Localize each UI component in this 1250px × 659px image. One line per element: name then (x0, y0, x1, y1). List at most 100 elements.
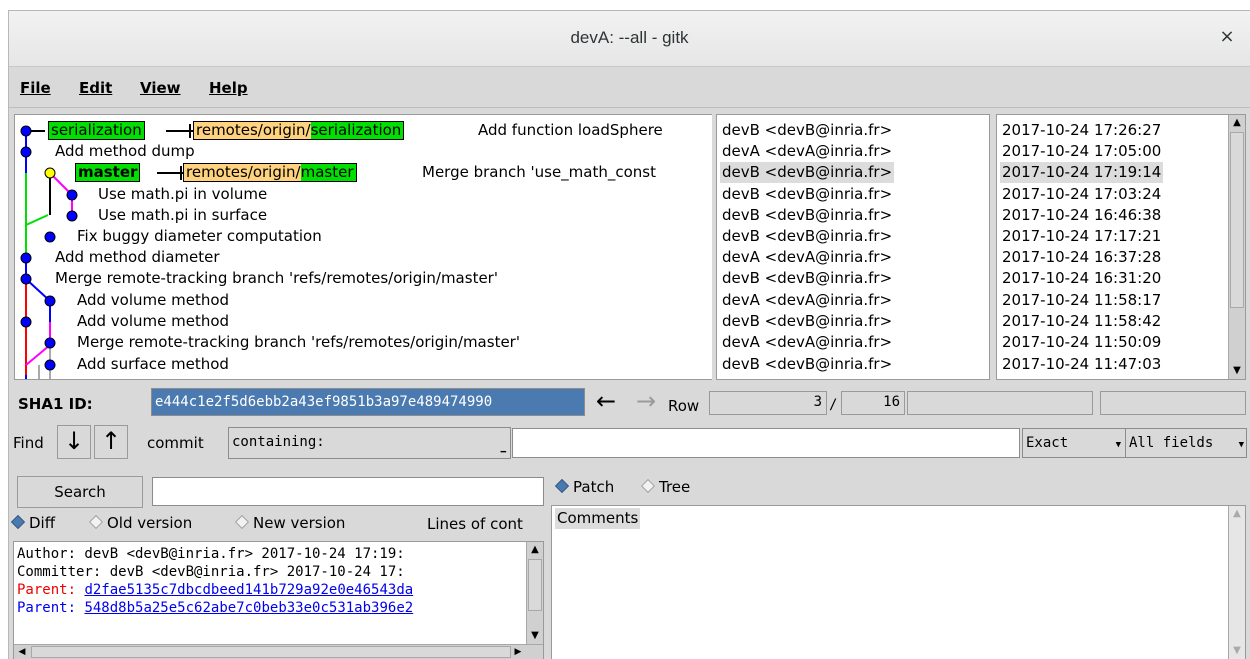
commit-author[interactable]: devB <devB@inria.fr> (720, 162, 895, 183)
menu-help[interactable]: Help (209, 79, 248, 97)
scroll-up-icon[interactable]: ▲ (527, 542, 543, 558)
branch-tag-master[interactable]: master (75, 163, 141, 182)
scrollbar-thumb[interactable] (1230, 132, 1244, 308)
commit-date[interactable]: 2017-10-24 16:37:28 (1002, 247, 1161, 268)
commit-dot (20, 146, 32, 158)
scroll-up-icon[interactable]: ▲ (1229, 506, 1245, 522)
status-field (1100, 391, 1246, 415)
find-match-select[interactable]: Exact ▼ (1022, 428, 1126, 458)
commit-message[interactable]: Use math.pi in surface (98, 205, 267, 226)
old-version-radio[interactable]: Old version (88, 514, 192, 532)
search-button[interactable]: Search (17, 476, 143, 508)
menu-view[interactable]: View (140, 79, 181, 97)
commit-author[interactable]: devB <devB@inria.fr> (722, 205, 892, 226)
commit-dot (44, 167, 56, 179)
commit-message[interactable]: Merge remote-tracking branch 'refs/remot… (55, 268, 498, 289)
commit-author[interactable]: devB <devB@inria.fr> (722, 120, 892, 141)
commit-author[interactable]: devA <devA@inria.fr> (722, 332, 892, 353)
tree-radio[interactable]: Tree (640, 478, 691, 496)
commit-message[interactable]: Add function loadSphere (478, 120, 663, 141)
scroll-down-icon[interactable]: ▼ (1229, 363, 1245, 379)
find-fields-value: All fields (1129, 435, 1214, 451)
commit-date[interactable]: 2017-10-24 11:58:42 (1002, 311, 1161, 332)
commit-message[interactable]: Add method dump (55, 141, 195, 162)
author-pane[interactable]: devB <devB@inria.fr> devA <devA@inria.fr… (716, 114, 990, 380)
commit-author[interactable]: devA <devA@inria.fr> (722, 247, 892, 268)
lines-of-context-label: Lines of cont (427, 515, 523, 533)
details-hscrollbar[interactable]: ◀ ▶ (14, 644, 543, 659)
parent-link[interactable]: d2fae5135c7dbcdbeed141b729a92e0e46543da (84, 582, 413, 598)
new-version-radio[interactable]: New version (234, 514, 345, 532)
find-next-icon[interactable]: ↓ (57, 425, 91, 459)
commit-author[interactable]: devB <devB@inria.fr> (722, 354, 892, 375)
comments-entry[interactable]: Comments (555, 508, 641, 529)
scroll-up-icon[interactable]: ▲ (1229, 115, 1245, 131)
parent-link[interactable]: 548d8b5a25e5c62abe7c0beb33e0c531ab396e2 (84, 600, 413, 616)
scroll-right-icon[interactable]: ▶ (510, 645, 526, 659)
commit-date[interactable]: 2017-10-24 11:50:09 (1002, 332, 1161, 353)
scroll-down-icon[interactable]: ▼ (527, 628, 543, 644)
remote-prefix: remotes/origin/ (193, 121, 311, 140)
commit-author[interactable]: devB <devB@inria.fr> (722, 226, 892, 247)
parent-line-2: Parent: 548d8b5a25e5c62abe7c0beb33e0c531… (17, 600, 413, 617)
commit-dot (20, 273, 32, 285)
commit-list-scrollbar[interactable]: ▲ ▼ (1228, 115, 1245, 379)
forward-arrow-icon[interactable]: → (627, 388, 665, 418)
commit-dot (44, 231, 56, 243)
file-list-pane[interactable]: Comments ▲ ▼ (551, 505, 1246, 659)
scroll-left-icon[interactable]: ◀ (14, 645, 30, 659)
file-list-scrollbar[interactable]: ▲ ▼ (1228, 506, 1245, 659)
remote-tag-master[interactable]: remotes/origin/master (183, 163, 357, 182)
date-pane[interactable]: 2017-10-24 17:26:27 2017-10-24 17:05:00 … (996, 114, 1246, 380)
scroll-down-icon[interactable]: ▼ (1229, 643, 1245, 659)
search-input[interactable] (152, 477, 544, 506)
find-string-input[interactable] (512, 428, 1020, 458)
commit-graph-pane[interactable]: serialization remotes/origin/serializati… (14, 114, 712, 380)
commit-date[interactable]: 2017-10-24 17:17:21 (1002, 226, 1161, 247)
menu-file[interactable]: File (20, 79, 51, 97)
commit-message[interactable]: Add volume method (77, 290, 229, 311)
scrollbar-thumb[interactable] (528, 559, 542, 611)
find-prev-icon[interactable]: ↑ (94, 425, 128, 459)
commit-author[interactable]: devB <devB@inria.fr> (722, 311, 892, 332)
commit-author[interactable]: devB <devB@inria.fr> (722, 184, 892, 205)
sha1-field[interactable]: e444c1e2f5d6ebb2a43ef9851b3a97e489474990 (151, 388, 585, 416)
find-fields-select[interactable]: All fields ▼ (1125, 428, 1247, 458)
commit-author[interactable]: devA <devA@inria.fr> (722, 141, 892, 162)
commit-message[interactable]: Merge branch 'use_math_const (422, 162, 656, 183)
branch-tag-serialization[interactable]: serialization (48, 121, 145, 140)
commit-date[interactable]: 2017-10-24 16:31:20 (1002, 268, 1161, 289)
commit-author[interactable]: devA <devA@inria.fr> (722, 290, 892, 311)
diff-radio-label: Diff (29, 514, 56, 532)
commit-details-pane[interactable]: Author: devB <devB@inria.fr> 2017-10-24 … (13, 541, 544, 659)
commit-message[interactable]: Fix buggy diameter computation (77, 226, 322, 247)
diff-radio[interactable]: Diff (10, 514, 56, 532)
commit-date[interactable]: 2017-10-24 17:03:24 (1002, 184, 1161, 205)
scrollbar-thumb[interactable] (31, 646, 511, 658)
commit-message[interactable]: Use math.pi in volume (98, 184, 267, 205)
commit-author[interactable]: devB <devB@inria.fr> (722, 268, 892, 289)
remote-tag-serialization[interactable]: remotes/origin/serialization (193, 121, 405, 140)
commit-date[interactable]: 2017-10-24 16:46:38 (1002, 205, 1161, 226)
details-scrollbar[interactable]: ▲ ▼ (526, 542, 543, 644)
commit-date[interactable]: 2017-10-24 17:05:00 (1002, 141, 1161, 162)
row-total-field: 16 (841, 391, 905, 415)
commit-message[interactable]: Add surface method (77, 354, 229, 375)
commit-message[interactable]: Add volume method (77, 311, 229, 332)
sha1-label: SHA1 ID: (18, 395, 93, 413)
commit-date[interactable]: 2017-10-24 11:47:03 (1002, 354, 1161, 375)
patch-radio[interactable]: Patch (554, 478, 614, 496)
commit-message[interactable]: Add method diameter (55, 247, 220, 268)
commit-date[interactable]: 2017-10-24 11:58:17 (1002, 290, 1161, 311)
commit-message[interactable]: Merge remote-tracking branch 'refs/remot… (77, 332, 520, 353)
commit-date[interactable]: 2017-10-24 17:19:14 (1000, 162, 1164, 183)
parent-line-1: Parent: d2fae5135c7dbcdbeed141b729a92e0e… (17, 582, 413, 599)
tree-radio-label: Tree (659, 478, 691, 496)
menu-edit[interactable]: Edit (79, 79, 112, 97)
find-mode-select[interactable]: containing: ▁▼ (228, 427, 511, 459)
remote-prefix: remotes/origin/ (183, 163, 301, 182)
close-icon[interactable]: × (1216, 26, 1238, 48)
back-arrow-icon[interactable]: ← (587, 388, 625, 418)
window-title: devA: --all - gitk (570, 28, 689, 47)
commit-date[interactable]: 2017-10-24 17:26:27 (1002, 120, 1161, 141)
